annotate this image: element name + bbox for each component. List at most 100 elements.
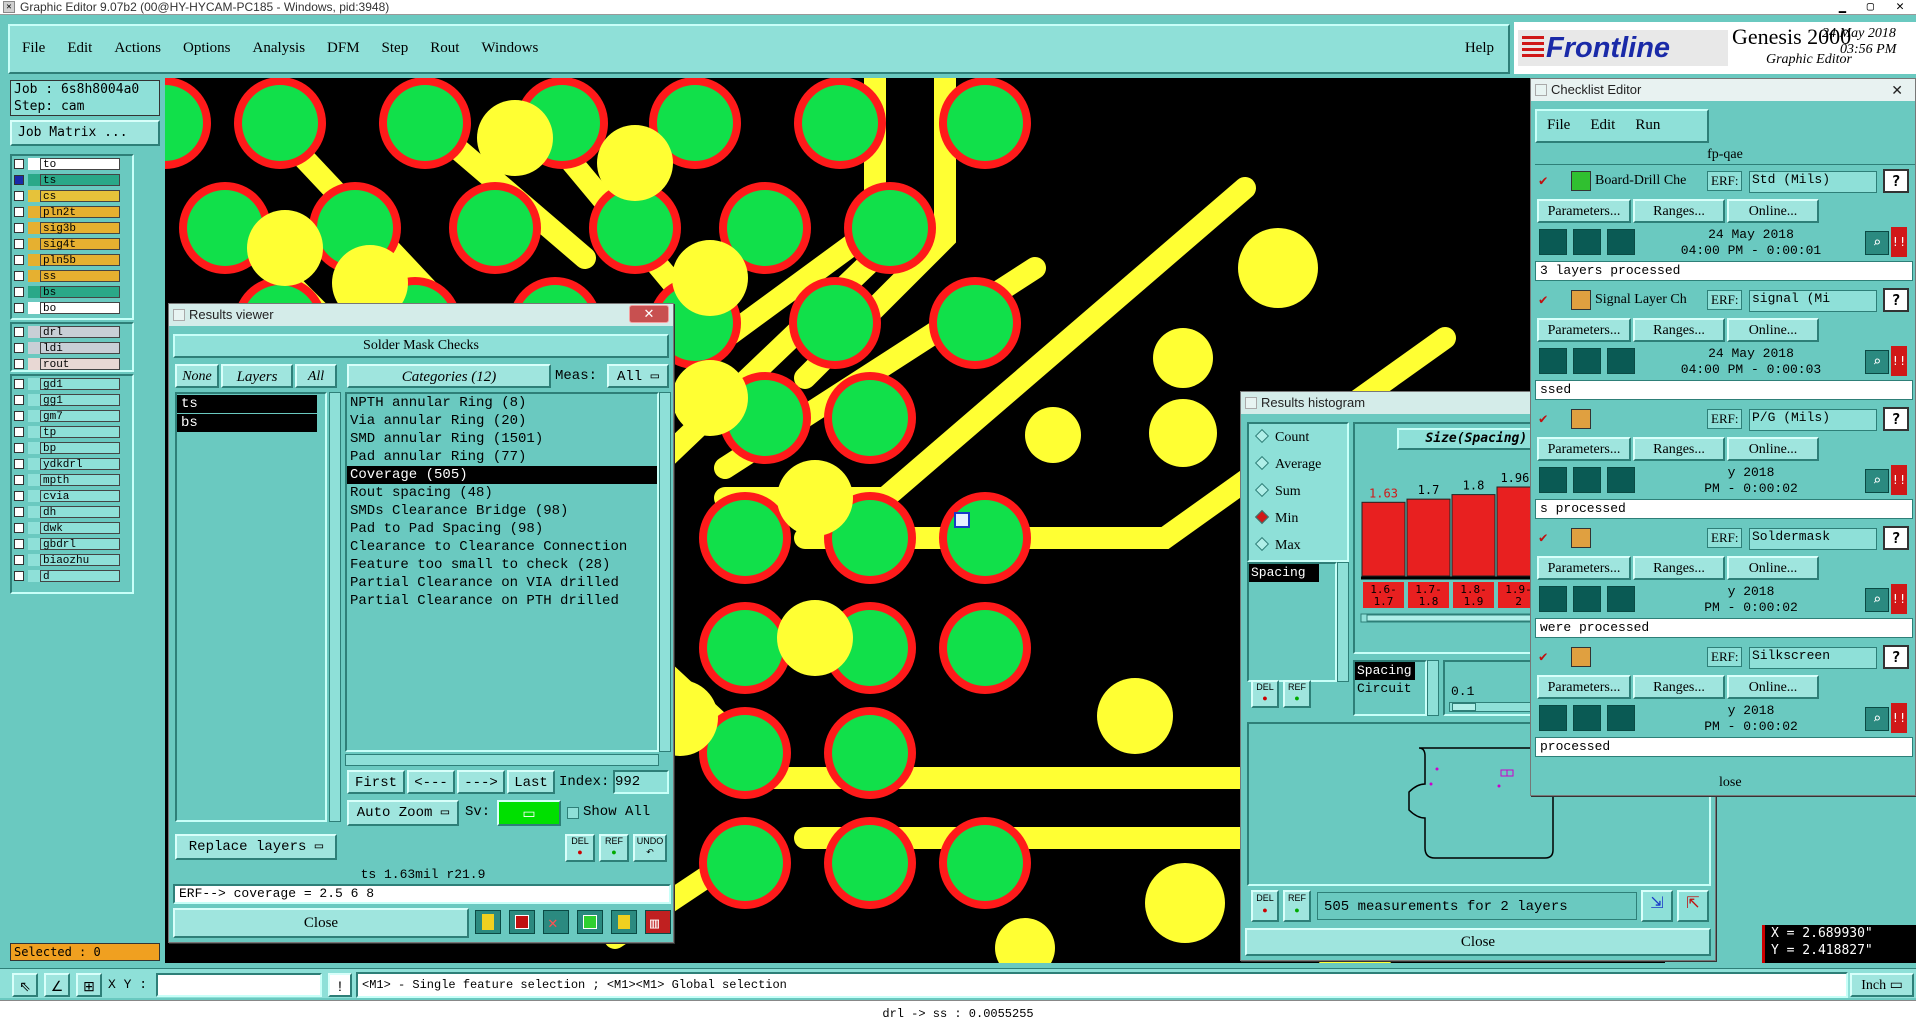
menu-rout[interactable]: Rout xyxy=(430,40,459,57)
layer-row[interactable]: sig4t xyxy=(14,238,132,251)
layer-row[interactable]: dwk xyxy=(14,522,132,535)
item-erf-value[interactable]: Soldermask xyxy=(1749,528,1877,550)
layer-row[interactable]: gd1 xyxy=(14,378,132,391)
layer-row[interactable]: mpth xyxy=(14,474,132,487)
layer-checkbox[interactable] xyxy=(14,379,24,389)
rv-none-button[interactable]: None xyxy=(175,364,219,388)
attr-item[interactable]: Spacing xyxy=(1249,564,1319,582)
rv-categories-button[interactable]: Categories (12) xyxy=(347,364,551,388)
rv-category-item[interactable]: NPTH annular Ring (8) xyxy=(347,394,657,412)
layer-row[interactable]: cvia xyxy=(14,490,132,503)
hist-ref-small[interactable]: REF ● xyxy=(1283,680,1311,708)
layer-row[interactable]: bs xyxy=(14,286,132,299)
rv-category-list[interactable]: NPTH annular Ring (8) Via annular Ring (2… xyxy=(345,392,659,752)
layer-row[interactable]: ts xyxy=(14,174,132,187)
item-erf-value[interactable]: Silkscreen xyxy=(1749,647,1877,669)
item-erf-value[interactable]: signal (Mi xyxy=(1749,290,1877,312)
zoom-icon[interactable]: ⌕ xyxy=(1865,588,1889,612)
item-erf-value[interactable]: P/G (Mils) xyxy=(1749,409,1877,431)
hist-ref-button[interactable]: REF ● xyxy=(1283,890,1311,922)
checklist-close-partial[interactable]: lose xyxy=(1719,775,1742,791)
layer-checkbox[interactable] xyxy=(14,303,24,313)
layer-checkbox[interactable] xyxy=(14,491,24,501)
run-action-icon[interactable] xyxy=(1607,586,1635,612)
item-online-button[interactable]: Online... xyxy=(1727,675,1819,699)
mode-max[interactable]: Max xyxy=(1254,536,1301,558)
rv-sv-select[interactable]: ▭ xyxy=(497,800,561,826)
xy-input[interactable] xyxy=(156,973,322,997)
layer-checkbox[interactable] xyxy=(14,571,24,581)
histogram-attr-list[interactable]: Spacing xyxy=(1247,562,1337,682)
item-online-button[interactable]: Online... xyxy=(1727,556,1819,580)
rv-prev-button[interactable]: <--- xyxy=(407,770,455,794)
layer-checkbox[interactable] xyxy=(14,159,24,169)
rv-del-button[interactable]: DEL ● xyxy=(565,834,595,862)
item-params-button[interactable]: Parameters... xyxy=(1537,199,1631,223)
rv-next-button[interactable]: ---> xyxy=(457,770,505,794)
results-viewer-titlebar[interactable]: Results viewer ✕ xyxy=(169,304,673,326)
item-checkmark-icon[interactable]: ✔ xyxy=(1539,411,1547,427)
layer-row[interactable]: ydkdrl xyxy=(14,458,132,471)
rv-category-item[interactable]: Rout spacing (48) xyxy=(347,484,657,502)
menu-actions[interactable]: Actions xyxy=(114,40,161,57)
rv-close-button[interactable]: Close xyxy=(173,908,469,938)
breakdown-item[interactable]: Spacing xyxy=(1355,662,1415,680)
item-params-button[interactable]: Parameters... xyxy=(1537,318,1631,342)
item-ranges-button[interactable]: Ranges... xyxy=(1633,437,1725,461)
layer-checkbox[interactable] xyxy=(14,555,24,565)
rv-category-item[interactable]: SMDs Clearance Bridge (98) xyxy=(347,502,657,520)
menu-help[interactable]: Help xyxy=(1465,40,1494,57)
run-action-icon[interactable] xyxy=(1539,586,1567,612)
rv-tool-icon-4[interactable] xyxy=(577,910,603,934)
rv-ref-button[interactable]: REF ● xyxy=(599,834,629,862)
run-action-icon[interactable] xyxy=(1607,705,1635,731)
run-action-icon[interactable] xyxy=(1573,705,1601,731)
tool-select-button[interactable]: ⇖ xyxy=(12,973,38,997)
item-help-icon[interactable]: ? xyxy=(1883,645,1909,669)
rv-category-item[interactable]: Partial Clearance on PTH drilled xyxy=(347,592,657,610)
rv-first-button[interactable]: First xyxy=(347,770,405,794)
rv-category-item[interactable]: Coverage (505) xyxy=(347,466,657,484)
run-action-icon[interactable] xyxy=(1539,229,1567,255)
layer-checkbox[interactable] xyxy=(14,443,24,453)
layer-checkbox[interactable] xyxy=(14,239,24,249)
results-viewer-close-x[interactable]: ✕ xyxy=(629,305,669,323)
run-action-icon[interactable] xyxy=(1573,348,1601,374)
histogram-breakdown-scrollbar[interactable] xyxy=(1427,660,1439,716)
item-ranges-button[interactable]: Ranges... xyxy=(1633,556,1725,580)
run-action-icon[interactable] xyxy=(1539,348,1567,374)
units-select[interactable]: Inch ▭ xyxy=(1850,973,1914,997)
layer-checkbox[interactable] xyxy=(14,507,24,517)
rv-auto-zoom-select[interactable]: Auto Zoom ▭ xyxy=(347,800,459,826)
layer-row[interactable]: gg1 xyxy=(14,394,132,407)
rv-meas-select[interactable]: All ▭ xyxy=(607,364,669,388)
checklist-menu-run[interactable]: Run xyxy=(1635,117,1660,133)
rv-tool-icon-5[interactable] xyxy=(611,910,637,934)
layer-checkbox[interactable] xyxy=(14,191,24,201)
zoom-icon[interactable]: ⌕ xyxy=(1865,231,1889,255)
rv-last-button[interactable]: Last xyxy=(507,770,555,794)
layer-checkbox[interactable] xyxy=(14,427,24,437)
job-matrix-button[interactable]: Job Matrix ... xyxy=(10,120,160,146)
rv-layer-item[interactable]: ts xyxy=(177,395,317,413)
menu-options[interactable]: Options xyxy=(183,40,231,57)
layer-row[interactable]: rout xyxy=(14,358,132,371)
hist-del-small[interactable]: DEL ● xyxy=(1251,680,1279,708)
mode-average[interactable]: Average xyxy=(1254,455,1321,477)
item-checkmark-icon[interactable]: ✔ xyxy=(1539,292,1547,308)
rv-tool-icon-6[interactable]: ▥ xyxy=(645,910,671,934)
layer-row[interactable]: biaozhu xyxy=(14,554,132,567)
layer-row[interactable]: cs xyxy=(14,190,132,203)
breakdown-item[interactable]: Circuit xyxy=(1355,680,1415,698)
layer-checkbox[interactable] xyxy=(14,523,24,533)
rv-tool-icon-2[interactable] xyxy=(509,910,535,934)
menu-windows[interactable]: Windows xyxy=(481,40,538,57)
layer-checkbox[interactable] xyxy=(14,271,24,281)
menu-dfm[interactable]: DFM xyxy=(327,40,360,57)
rv-category-item[interactable]: Pad to Pad Spacing (98) xyxy=(347,520,657,538)
rv-category-hscrollbar[interactable] xyxy=(345,754,659,766)
checklist-close-x[interactable]: ✕ xyxy=(1891,79,1903,101)
zoom-icon[interactable]: ⌕ xyxy=(1865,469,1889,493)
layer-row[interactable]: bo xyxy=(14,302,132,315)
layer-checkbox[interactable] xyxy=(14,539,24,549)
